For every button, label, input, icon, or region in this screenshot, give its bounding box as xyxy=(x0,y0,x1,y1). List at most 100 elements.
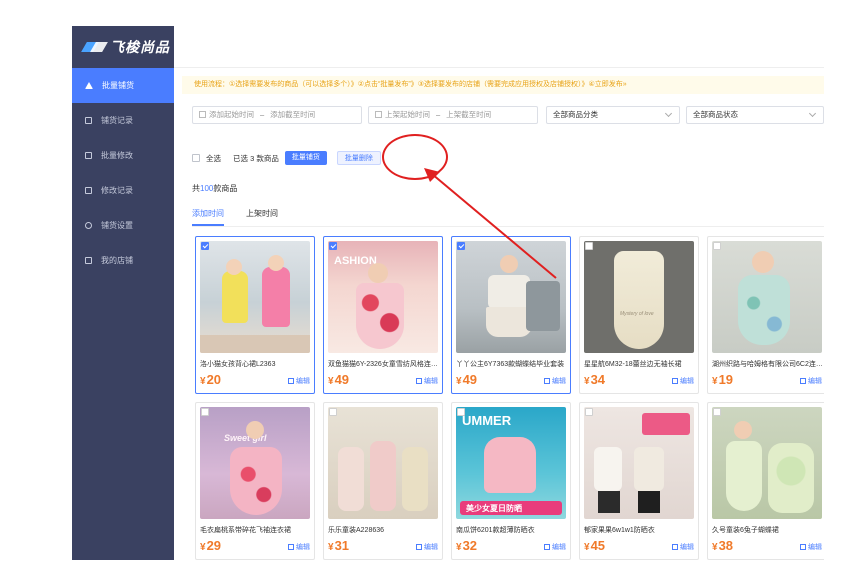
shelf-end-placeholder: 上架截至时间 xyxy=(446,110,492,119)
calendar-icon xyxy=(375,111,382,118)
product-card[interactable]: Mystery of love 星星航6M32-18蕾丝边无袖长裙 ¥34 编辑 xyxy=(579,236,699,394)
edit-link[interactable]: 编辑 xyxy=(416,542,438,552)
sidebar-item-label: 铺货记录 xyxy=(101,116,133,125)
shelf-time-range-input[interactable]: 上架起始时间 – 上架截至时间 xyxy=(368,106,538,124)
edit-icon xyxy=(672,544,678,550)
price-value: 34 xyxy=(590,372,606,387)
product-checkbox[interactable] xyxy=(329,408,337,416)
price-value: 49 xyxy=(462,372,478,387)
app-window: 飞梭尚品 批量铺货 铺货记录 批量修改 修改记录 铺货设置 我的店铺 使用流程：… xyxy=(72,26,824,560)
edit-link[interactable]: 编辑 xyxy=(288,542,310,552)
edit-link[interactable]: 编辑 xyxy=(416,376,438,386)
product-card[interactable]: 乐乐童装A228636 ¥31 编辑 xyxy=(323,402,443,560)
edit-link[interactable]: 编辑 xyxy=(544,376,566,386)
edit-label: 编辑 xyxy=(808,544,822,551)
product-title: 南瓜饼6201款超薄防晒衣 xyxy=(456,527,535,534)
doc-icon xyxy=(85,187,92,194)
category-value: 全部商品分类 xyxy=(553,110,598,119)
sidebar-item-list-records[interactable]: 铺货记录 xyxy=(72,103,174,138)
batch-list-button[interactable]: 批量铺货 xyxy=(284,151,327,165)
sidebar-item-edit-records[interactable]: 修改记录 xyxy=(72,173,174,208)
currency-symbol: ¥ xyxy=(456,542,462,553)
edit-icon xyxy=(800,378,806,384)
product-checkbox[interactable] xyxy=(201,242,209,250)
product-checkbox[interactable] xyxy=(585,408,593,416)
count-prefix: 共 xyxy=(192,184,200,193)
sidebar-item-batch-list[interactable]: 批量铺货 xyxy=(72,68,174,103)
currency-symbol: ¥ xyxy=(456,376,462,387)
product-image xyxy=(328,407,438,519)
currency-symbol: ¥ xyxy=(200,542,206,553)
image-overlay-text: UMMER xyxy=(462,413,512,428)
edit-link[interactable]: 编辑 xyxy=(672,542,694,552)
edit-label: 编辑 xyxy=(296,544,310,551)
product-card[interactable]: 湖州织路与哈姆格有限公司6C2连衣裙 ¥19 编辑 xyxy=(707,236,824,394)
edit-link[interactable]: 编辑 xyxy=(672,376,694,386)
selected-count-label: 已选 3 款商品 xyxy=(233,153,279,164)
sidebar-item-settings[interactable]: 铺货设置 xyxy=(72,208,174,243)
product-title: 洛小猫女孩背心裙L2363 xyxy=(200,361,276,368)
product-card[interactable]: 久号童装6兔子蝴蝶裙 ¥38 编辑 xyxy=(707,402,824,560)
currency-symbol: ¥ xyxy=(584,542,590,553)
edit-icon xyxy=(416,378,422,384)
product-card[interactable]: 郁家果果6w1w1防晒衣 ¥45 编辑 xyxy=(579,402,699,560)
product-checkbox[interactable] xyxy=(457,408,465,416)
tab-add-time[interactable]: 添加时间 xyxy=(192,208,224,226)
product-price: ¥32 xyxy=(456,538,477,553)
edit-link[interactable]: 编辑 xyxy=(800,376,822,386)
product-checkbox[interactable] xyxy=(585,242,593,250)
add-time-range-input[interactable]: 添加起始时间 – 添加截至时间 xyxy=(192,106,362,124)
product-checkbox[interactable] xyxy=(329,242,337,250)
product-image xyxy=(712,407,822,519)
product-card[interactable]: Sweet girl 毛衣扁桃系带碎花飞袖连衣裙 ¥29 编辑 xyxy=(195,402,315,560)
store-icon xyxy=(85,257,92,264)
product-checkbox[interactable] xyxy=(713,242,721,250)
edit-link[interactable]: 编辑 xyxy=(544,542,566,552)
status-select[interactable]: 全部商品状态 xyxy=(686,106,824,124)
tab-shelf-time[interactable]: 上架时间 xyxy=(246,208,278,226)
end-time-placeholder: 添加截至时间 xyxy=(270,110,316,119)
product-image: Mystery of love xyxy=(584,241,694,353)
selected-prefix: 已选 xyxy=(233,153,248,163)
sort-tabs: 添加时间 上架时间 xyxy=(192,208,300,226)
product-image xyxy=(584,407,694,519)
category-select[interactable]: 全部商品分类 xyxy=(546,106,680,124)
edit-icon xyxy=(544,544,550,550)
top-bar xyxy=(174,26,824,68)
edit-link[interactable]: 编辑 xyxy=(288,376,310,386)
sidebar-item-label: 批量铺货 xyxy=(102,81,134,90)
product-checkbox[interactable] xyxy=(457,242,465,250)
edit-icon xyxy=(800,544,806,550)
edit-label: 编辑 xyxy=(424,378,438,385)
logo-icon xyxy=(84,41,106,53)
product-checkbox[interactable] xyxy=(201,408,209,416)
product-title: 久号童装6兔子蝴蝶裙 xyxy=(712,527,779,534)
product-title: 郁家果果6w1w1防晒衣 xyxy=(584,527,655,534)
image-overlay-text: 美少女夏日防晒 xyxy=(466,504,522,513)
product-checkbox[interactable] xyxy=(713,408,721,416)
edit-icon xyxy=(85,152,92,159)
product-title: 丫丫公主6Y7363款蝴蝶结毕业套装 xyxy=(456,361,565,368)
edit-icon xyxy=(672,378,678,384)
edit-link[interactable]: 编辑 xyxy=(800,542,822,552)
edit-icon xyxy=(416,544,422,550)
select-all-checkbox[interactable] xyxy=(192,154,200,162)
price-value: 29 xyxy=(206,538,222,553)
product-card[interactable]: UMMER 美少女夏日防晒 南瓜饼6201款超薄防晒衣 ¥32 编辑 xyxy=(451,402,571,560)
sidebar-item-batch-edit[interactable]: 批量修改 xyxy=(72,138,174,173)
product-card[interactable]: 洛小猫女孩背心裙L2363 ¥20 编辑 xyxy=(195,236,315,394)
edit-label: 编辑 xyxy=(552,544,566,551)
usage-notice: 使用流程：①选择需要发布的商品（可以选择多个）》②点击“批量发布”》③选择要发布… xyxy=(182,76,824,94)
price-value: 38 xyxy=(718,538,734,553)
edit-label: 编辑 xyxy=(296,378,310,385)
chevron-down-icon xyxy=(808,109,817,118)
price-value: 32 xyxy=(462,538,478,553)
gear-icon xyxy=(85,222,92,229)
edit-icon xyxy=(544,378,550,384)
batch-delete-button[interactable]: 批量删除 xyxy=(336,151,381,165)
brand-name: 飞梭尚品 xyxy=(110,39,170,55)
product-price: ¥49 xyxy=(456,372,477,387)
price-value: 31 xyxy=(334,538,350,553)
product-image xyxy=(200,241,310,353)
sidebar-item-my-store[interactable]: 我的店铺 xyxy=(72,243,174,278)
